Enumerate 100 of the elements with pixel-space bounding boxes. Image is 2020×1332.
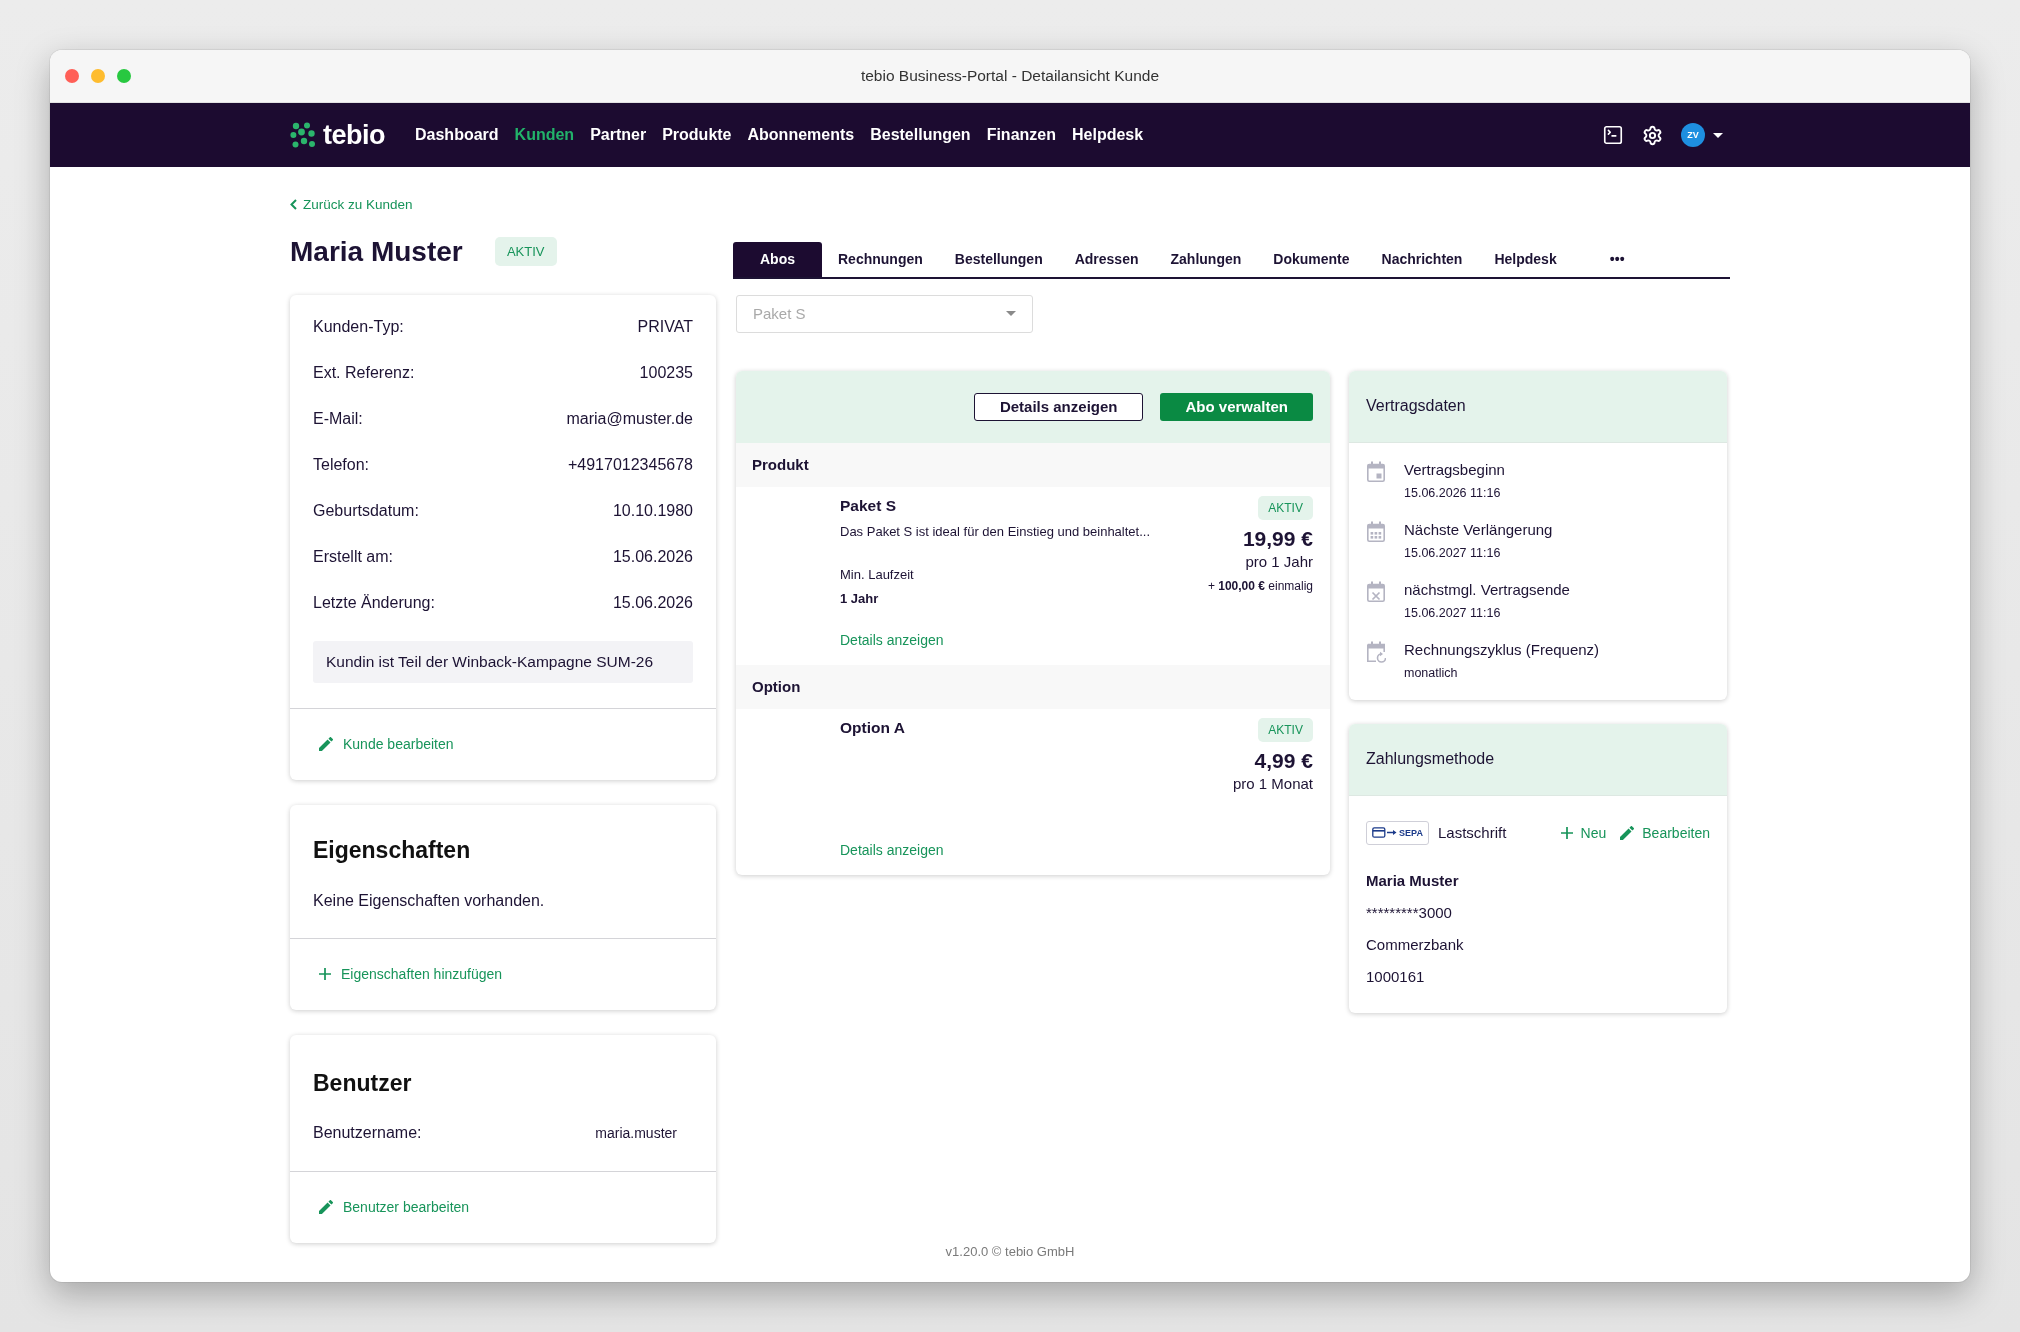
pencil-icon (1620, 825, 1635, 840)
manage-button[interactable]: Abo verwalten (1160, 392, 1313, 421)
details-link[interactable]: Details anzeigen (840, 630, 944, 649)
account-detail: Commerzbank (1366, 934, 1465, 955)
terminal-icon[interactable] (1602, 124, 1624, 146)
term-value: 1 Jahr (840, 590, 879, 607)
note-box: Kundin ist Teil der Winback-Kampagne SUM-26 (313, 640, 693, 683)
edit-link[interactable]: Benutzer bearbeiten (319, 1199, 470, 1215)
field-label: Kunden-Typ: (313, 317, 404, 336)
settings-icon[interactable] (1642, 124, 1663, 146)
caret-icon (1006, 311, 1016, 316)
nav-item[interactable]: Kunden (514, 126, 575, 144)
details-link[interactable]: Details anzeigen (840, 840, 944, 859)
tab[interactable]: ••• (1572, 241, 1662, 277)
caret-icon (1713, 132, 1723, 138)
calendar-icon (1366, 460, 1386, 483)
field-label: Geburtsdatum: (313, 501, 419, 520)
tab[interactable]: Dokumente (1257, 241, 1366, 277)
tab[interactable]: Nachrichten (1365, 241, 1479, 277)
edit-link[interactable]: Kunde bearbeiten (319, 736, 454, 752)
price: 19,99 € (1242, 525, 1313, 552)
contract-label: nächstmgl. Vertragsende (1404, 579, 1570, 600)
tab[interactable]: Rechnungen (822, 241, 939, 277)
empty-text: Keine Eigenschaften vorhanden. (313, 890, 546, 911)
field-label: E-Mail: (313, 409, 363, 428)
account-detail: *********3000 (1366, 902, 1453, 923)
item-name: Option A (840, 717, 905, 738)
field-label: Telefon: (313, 455, 370, 474)
field-value: maria.muster (595, 1124, 677, 1141)
logo-text: tebio (323, 119, 385, 151)
calendar-x-icon (1366, 580, 1386, 603)
customer-name: Maria Muster (290, 235, 463, 268)
field-value: 10.10.1980 (612, 501, 693, 520)
plus-icon (319, 968, 331, 980)
billing-period: pro 1 Monat (1232, 773, 1313, 794)
add-link[interactable]: Neu (1560, 824, 1607, 841)
field-label: Benutzername: (313, 1123, 422, 1142)
field-value: 15.06.2026 (612, 593, 693, 612)
account-detail: 1000161 (1366, 966, 1426, 987)
tab[interactable]: Bestellungen (938, 241, 1059, 277)
item-name: Paket S (840, 495, 896, 516)
nav-item[interactable]: Produkte (662, 126, 732, 144)
contract-label: Nächste Verlängerung (1404, 519, 1553, 540)
card-header: Zahlungsmethode (1349, 723, 1727, 796)
tab[interactable]: Adressen (1058, 241, 1155, 277)
nav-item[interactable]: Partner (590, 126, 647, 144)
card-title: Eigenschaften (313, 835, 472, 865)
card-title: Benutzer (313, 1068, 413, 1098)
term-label: Min. Laufzeit (840, 566, 914, 583)
field-label: Ext. Referenz: (313, 363, 415, 382)
billing-period: pro 1 Jahr (1245, 551, 1313, 572)
logo-icon (290, 122, 316, 148)
pencil-icon (319, 737, 333, 751)
details-button[interactable]: Details anzeigen (973, 392, 1144, 421)
edit-link[interactable]: Bearbeiten (1620, 824, 1710, 841)
nav-item[interactable]: Bestellungen (870, 126, 971, 144)
contract-label: Vertragsbeginn (1404, 459, 1505, 480)
one-time-fee: + 100,00 € einmalig (1207, 577, 1313, 595)
nav-item[interactable]: Dashboard (415, 126, 499, 144)
field-label: Erstellt am: (313, 547, 393, 566)
sepa-label: SEPA (1399, 827, 1423, 838)
payment-method: Lastschrift (1438, 824, 1507, 841)
tab[interactable]: Abos (733, 241, 822, 277)
field-value: +4917012345678 (567, 455, 693, 474)
window-close-icon[interactable] (65, 69, 79, 83)
nav-item[interactable]: Finanzen (986, 126, 1056, 144)
status-badge: AKTIV (1258, 717, 1313, 742)
price: 4,99 € (1254, 747, 1313, 774)
field-label: Letzte Änderung: (313, 593, 435, 612)
section-header: Produkt (736, 442, 1330, 487)
window-zoom-icon[interactable] (117, 69, 131, 83)
card-header: Vertragsdaten (1349, 370, 1727, 443)
item-description: Das Paket S ist ideal für den Einstieg und beinhaltet... (840, 523, 1151, 540)
back-link[interactable]: Zurück zu Kunden (290, 195, 413, 213)
field-value: 15.06.2026 (612, 547, 693, 566)
status-badge: AKTIV (494, 237, 557, 266)
field-value: 100235 (639, 363, 693, 382)
calendar-refresh-icon (1366, 640, 1386, 663)
calendar-grid-icon (1366, 520, 1386, 543)
nav-item[interactable]: Abonnements (747, 126, 855, 144)
field-value: PRIVAT (637, 317, 693, 336)
account-holder: Maria Muster (1366, 870, 1460, 891)
tab[interactable]: Helpdesk (1478, 241, 1573, 277)
section-header: Option (736, 664, 1330, 709)
plus-icon (1560, 826, 1573, 839)
contract-value: 15.06.2027 11:16 (1404, 544, 1502, 562)
status-badge: AKTIV (1258, 495, 1313, 520)
contract-label: Rechnungszyklus (Frequenz) (1404, 639, 1600, 660)
footer-text: v1.20.0 © tebio GmbH (945, 1244, 1075, 1259)
contract-value: 15.06.2026 11:16 (1404, 484, 1502, 502)
tab[interactable]: Zahlungen (1154, 241, 1258, 277)
add-link[interactable]: Eigenschaften hinzufügen (319, 966, 503, 982)
field-value: maria@muster.de (566, 409, 693, 428)
window-title: tebio Business-Portal - Detailansicht Kunde (860, 67, 1160, 85)
nav-item[interactable]: Helpdesk (1072, 126, 1144, 144)
window-minimize-icon[interactable] (91, 69, 105, 83)
contract-value: monatlich (1404, 664, 1459, 682)
contract-value: 15.06.2027 11:16 (1404, 604, 1502, 622)
pencil-icon (319, 1200, 333, 1214)
card-arrow-icon (1372, 827, 1398, 838)
